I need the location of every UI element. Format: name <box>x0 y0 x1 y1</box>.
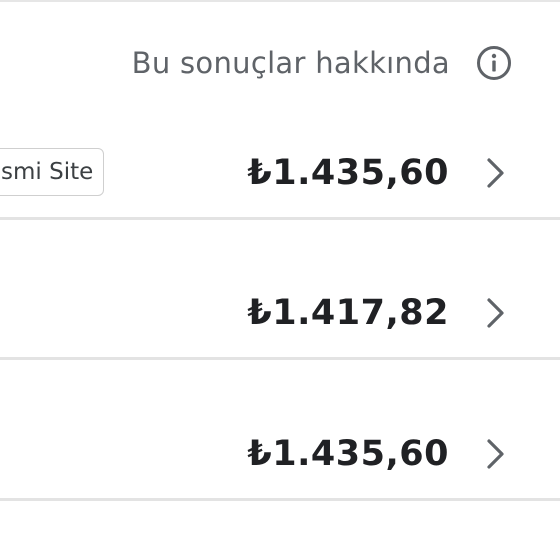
chevron-right-icon[interactable] <box>482 437 508 471</box>
offer-price: ₺1.435,60 <box>247 153 449 193</box>
top-divider <box>0 0 560 2</box>
row-divider <box>0 498 560 501</box>
row-divider <box>0 217 560 220</box>
shopping-results-panel: Bu sonuçlar hakkında smi Site ₺1.435,60 … <box>0 0 560 560</box>
about-results-row[interactable]: Bu sonuçlar hakkında <box>132 40 512 86</box>
chevron-right-icon[interactable] <box>482 156 508 190</box>
info-icon[interactable] <box>476 45 512 81</box>
about-results-label[interactable]: Bu sonuçlar hakkında <box>132 46 450 80</box>
offer-price: ₺1.417,82 <box>247 293 449 333</box>
official-site-badge: smi Site <box>0 148 105 196</box>
row-divider <box>0 357 560 360</box>
chevron-right-icon[interactable] <box>482 296 508 330</box>
offer-price: ₺1.435,60 <box>247 434 449 474</box>
offer-row[interactable]: ₺1.435,60 <box>0 409 560 501</box>
offer-row[interactable]: ₺1.417,82 <box>0 268 560 360</box>
offer-row[interactable]: smi Site ₺1.435,60 <box>0 128 560 220</box>
